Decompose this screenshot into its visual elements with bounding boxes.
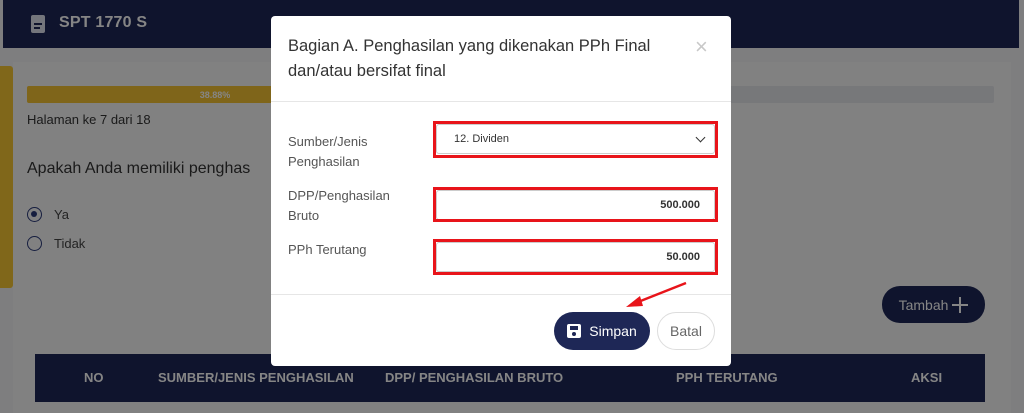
annotation-arrow-icon — [626, 281, 687, 307]
